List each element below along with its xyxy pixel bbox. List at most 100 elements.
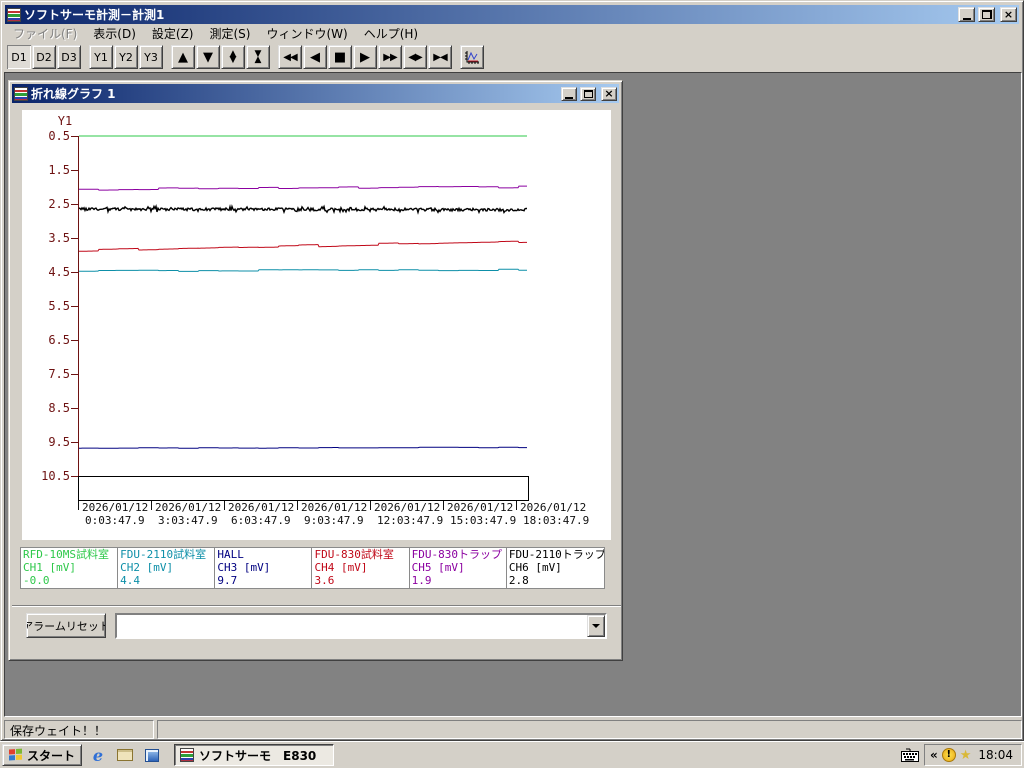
- restore-button[interactable]: [978, 7, 995, 22]
- y-tick-label: 3.5: [48, 231, 70, 245]
- legend-channel: CH2 [mV]: [120, 561, 174, 574]
- y-tick-label: 7.5: [48, 367, 70, 381]
- legend-cell-ch3: HALL CH3 [mV] 9.7: [215, 548, 313, 588]
- scroll-up-button[interactable]: ▲: [171, 45, 195, 69]
- star-tray-icon[interactable]: ★: [960, 749, 972, 762]
- x-tick-time: 6:03:47.9: [231, 514, 291, 527]
- app-window: ソフトサーモ計測－計測1 × ファイル(F) 表示(D) 設定(Z) 測定(S) ウィン…: [0, 0, 1024, 741]
- panel-divider: [12, 605, 621, 607]
- graph-close-button[interactable]: ×: [601, 86, 617, 101]
- y-tick-label: 2.5: [48, 197, 70, 211]
- legend-value: 1.9: [411, 574, 432, 587]
- x-tick-date: 2026/01/12: [447, 501, 514, 514]
- right-arrow-icon: ▶: [360, 49, 370, 65]
- d2-button[interactable]: D2: [32, 45, 56, 69]
- menu-bar: ファイル(F) 表示(D) 設定(Z) 測定(S) ウィンドウ(W) ヘルプ(H): [5, 24, 1019, 42]
- x-tick-date: 2026/01/12: [155, 501, 222, 514]
- menu-item-4[interactable]: 測定(S): [201, 23, 258, 44]
- legend-name: FDU-830トラップ: [411, 548, 503, 561]
- graph-window-title: 折れ線グラフ 1: [31, 87, 116, 101]
- compress-x-button[interactable]: ▶◀: [428, 45, 452, 69]
- minimize-icon: [962, 17, 971, 20]
- quicklaunch-show-desktop-icon[interactable]: [114, 744, 136, 766]
- scroll-down-button[interactable]: ▼: [196, 45, 220, 69]
- y2-button[interactable]: Y2: [114, 45, 138, 69]
- step-back-button[interactable]: ◀: [303, 45, 327, 69]
- y-tick-label: 0.5: [48, 129, 70, 143]
- close-icon: ×: [604, 87, 614, 100]
- fit-y-button[interactable]: ▼ ▲: [246, 45, 270, 69]
- line-chart-icon: [465, 51, 479, 64]
- alarm-reset-button[interactable]: アラームリセット: [26, 613, 106, 638]
- main-title-bar[interactable]: ソフトサーモ計測－計測1 ×: [5, 5, 1019, 24]
- y3-button[interactable]: Y3: [139, 45, 163, 69]
- alarm-combo[interactable]: [115, 613, 607, 639]
- legend-cell-ch5: FDU-830トラップ CH5 [mV] 1.9: [410, 548, 507, 588]
- menu-item-5[interactable]: ウィンドウ(W): [258, 23, 355, 44]
- x-tick-date: 2026/01/12: [301, 501, 368, 514]
- down-arrow-icon: ▼: [203, 49, 213, 65]
- taskbar-app-button[interactable]: ソフトサーモ E830: [174, 744, 335, 766]
- menu-item-2[interactable]: 表示(D): [85, 23, 144, 44]
- close-icon: ×: [1003, 8, 1014, 21]
- x-tick-date: 2026/01/12: [520, 501, 587, 514]
- y-tick-label: 6.5: [48, 333, 70, 347]
- restore-icon: [981, 10, 992, 19]
- x-tick-date: 2026/01/12: [374, 501, 441, 514]
- app-icon: [180, 748, 195, 762]
- axis-bottom-frame: [78, 476, 529, 501]
- d3-button[interactable]: D3: [57, 45, 81, 69]
- tray-collapse-chevron[interactable]: «: [930, 748, 938, 762]
- series-line-ch4: [79, 240, 527, 252]
- minimize-icon: [565, 96, 573, 99]
- legend-cell-ch4: FDU-830試料室 CH4 [mV] 3.6: [312, 548, 410, 588]
- graph-maximize-button[interactable]: [580, 86, 596, 101]
- keyboard-icon[interactable]: [900, 748, 920, 763]
- windows-logo-icon: [9, 748, 23, 762]
- legend-channel: CH4 [mV]: [314, 561, 368, 574]
- legend-value: 3.6: [314, 574, 335, 587]
- menu-item-6[interactable]: ヘルプ(H): [356, 23, 426, 44]
- y-tick-label: 9.5: [48, 435, 70, 449]
- close-button[interactable]: ×: [1000, 7, 1017, 22]
- x-tick-time: 0:03:47.9: [85, 514, 145, 527]
- expand-y-button[interactable]: ▲ ▼: [221, 45, 245, 69]
- quicklaunch-internet-explorer-icon[interactable]: e: [87, 744, 109, 766]
- status-message: 保存ウェイト！！: [4, 720, 154, 739]
- quicklaunch-outlook-express-icon[interactable]: [141, 744, 163, 766]
- y-tick-label: 10.5: [41, 469, 70, 483]
- menu-item-1: ファイル(F): [13, 26, 78, 41]
- fast-forward-button[interactable]: ▶▶: [378, 45, 402, 69]
- stop-button[interactable]: ■: [328, 45, 352, 69]
- expand-x-button[interactable]: ◀▶: [403, 45, 427, 69]
- graph-minimize-button[interactable]: [561, 86, 577, 101]
- step-forward-button[interactable]: ▶: [353, 45, 377, 69]
- x-tick-date: 2026/01/12: [82, 501, 149, 514]
- fast-rewind-button[interactable]: ◀◀: [278, 45, 302, 69]
- y-tick-label: 5.5: [48, 299, 70, 313]
- menu-item-3[interactable]: 設定(Z): [144, 23, 202, 44]
- alarm-combo-value[interactable]: [119, 617, 585, 635]
- app-icon: [7, 7, 21, 22]
- minimize-button[interactable]: [958, 7, 975, 22]
- expand-horizontal-icon: ◀▶: [408, 51, 422, 63]
- legend-value: 4.4: [120, 574, 141, 587]
- d1-button[interactable]: D1: [7, 45, 31, 69]
- up-arrow-icon: ▲: [178, 49, 188, 65]
- graph-window-title-bar[interactable]: 折れ線グラフ 1 ×: [12, 84, 619, 103]
- system-tray: « ! ★ 18:04: [900, 744, 1022, 766]
- start-button[interactable]: スタート: [2, 744, 83, 766]
- maximize-icon: [583, 89, 593, 98]
- legend-name: FDU-2110試料室: [120, 548, 207, 561]
- legend-cell-ch6: FDU-2110トラップ CH6 [mV] 2.8: [507, 548, 604, 588]
- combo-dropdown-button[interactable]: [587, 615, 605, 637]
- y1-button[interactable]: Y1: [89, 45, 113, 69]
- x-tick-date: 2026/01/12: [228, 501, 295, 514]
- up-down-arrows-icon: ▼: [229, 55, 237, 65]
- y-tick-label: 4.5: [48, 265, 70, 279]
- legend-channel: CH5 [mV]: [411, 561, 465, 574]
- fast-forward-icon: ▶▶: [383, 51, 397, 63]
- y-tick-label: 8.5: [48, 401, 70, 415]
- graph-settings-button[interactable]: [460, 45, 484, 69]
- security-alert-icon[interactable]: !: [941, 748, 956, 762]
